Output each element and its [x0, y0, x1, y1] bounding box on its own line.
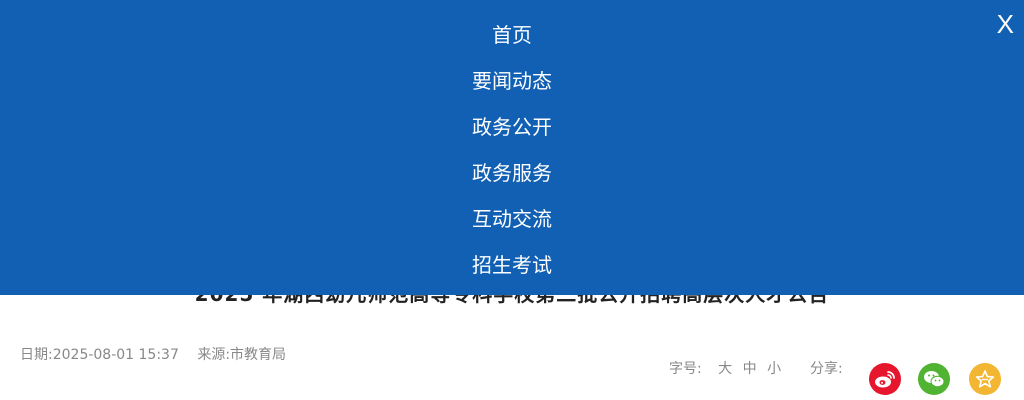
- nav-item-interaction[interactable]: 互动交流: [0, 196, 1024, 242]
- nav-item-home[interactable]: 首页: [0, 12, 1024, 58]
- nav-menu-list: 首页 要闻动态 政务公开 政务服务 互动交流 招生考试: [0, 12, 1024, 288]
- article-date: 日期:2025-08-01 15:37: [20, 347, 179, 363]
- article-source: 来源:市教育局: [197, 347, 287, 363]
- font-size-large-button[interactable]: 大: [718, 361, 732, 377]
- share-favorite-button[interactable]: [969, 363, 1001, 395]
- font-size-small-button[interactable]: 小: [767, 361, 781, 377]
- article-meta: 日期:2025-08-01 15:37 来源:市教育局: [20, 344, 300, 364]
- weibo-icon: [875, 371, 895, 388]
- wechat-icon: [924, 371, 945, 388]
- share-weibo-button[interactable]: [869, 363, 901, 395]
- page: 2025 年湖西幼儿师范高等专科学校第二批公开招聘高层次人才公告 日期:2025…: [0, 0, 1024, 400]
- favorite-star-icon: [975, 370, 995, 388]
- font-size-label: 字号:: [669, 361, 702, 377]
- nav-item-admissions-exams[interactable]: 招生考试: [0, 242, 1024, 288]
- nav-item-government-affairs-disclosure[interactable]: 政务公开: [0, 104, 1024, 150]
- nav-item-news[interactable]: 要闻动态: [0, 58, 1024, 104]
- font-size-control: 字号: 大 中 小: [669, 358, 781, 378]
- nav-menu-overlay: X 首页 要闻动态 政务公开 政务服务 互动交流 招生考试: [0, 0, 1024, 295]
- share-wechat-button[interactable]: [918, 363, 950, 395]
- nav-item-government-services[interactable]: 政务服务: [0, 150, 1024, 196]
- share-label: 分享:: [810, 361, 843, 377]
- font-size-medium-button[interactable]: 中: [743, 361, 757, 377]
